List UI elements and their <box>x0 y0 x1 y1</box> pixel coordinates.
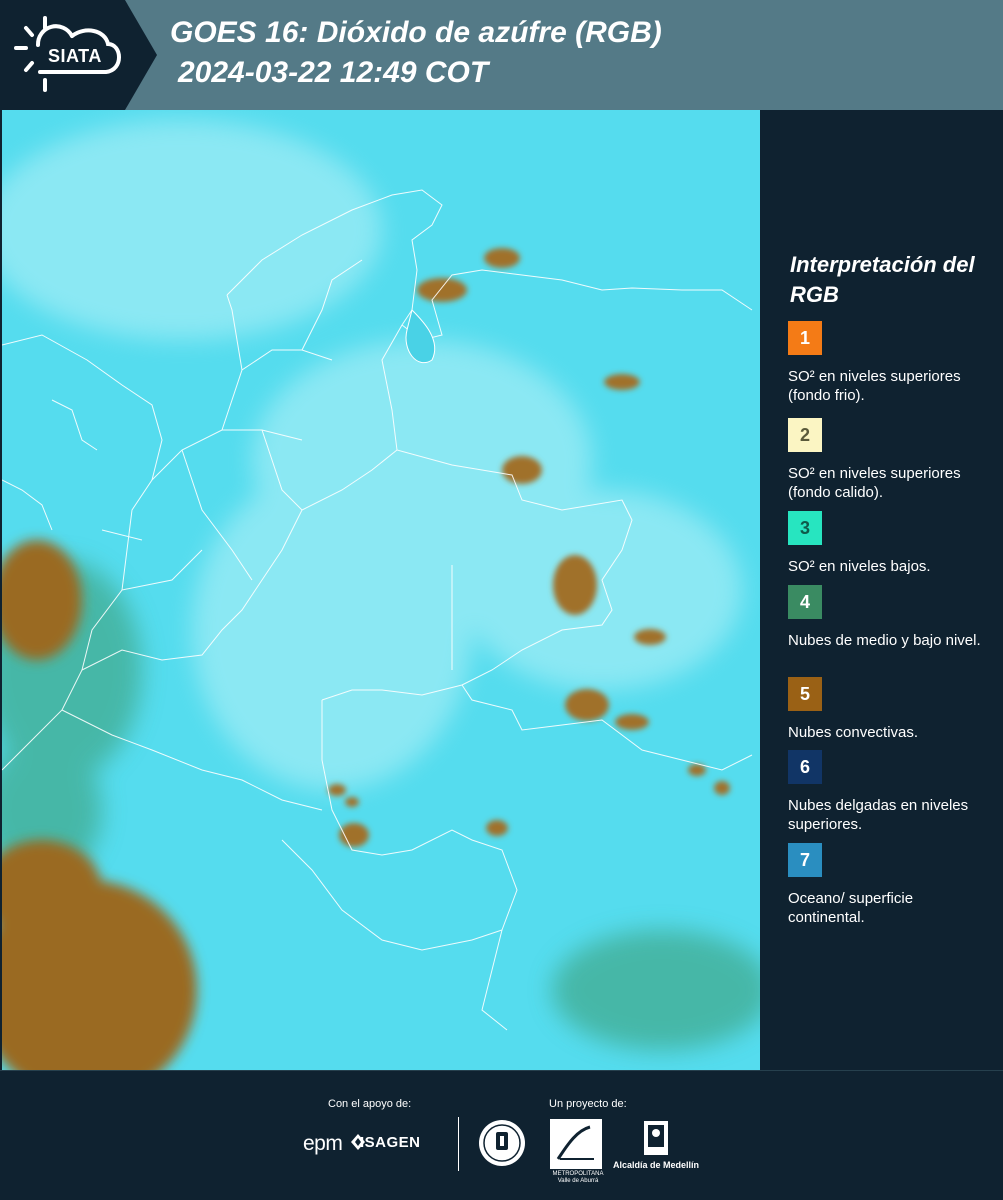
legend-title: Interpretación del RGB <box>790 252 975 307</box>
legend-text-6: Nubes delgadas en niveles superiores. <box>788 797 969 833</box>
page-title: GOES 16: Dióxido de azúfre (RGB) <box>170 16 662 49</box>
legend-item-1: 1 SO² en niveles superiores (fondo frio)… <box>788 321 993 405</box>
legend-text-4: Nubes de medio y bajo nivel. <box>788 632 981 649</box>
page-datetime: 2024-03-22 12:49 COT <box>178 56 489 89</box>
legend-panel: Interpretación del RGB 1 SO² en niveles … <box>760 110 1003 1070</box>
footer: Con el apoyo de: Un proyecto de: epm ISA… <box>0 1070 1003 1200</box>
legend-item-7: 7 Oceano/ superficie continental. <box>788 843 993 927</box>
legend-swatch-5: 5 <box>788 677 822 711</box>
legend-item-3: 3 SO² en niveles bajos. <box>788 511 993 576</box>
legend-item-5: 5 Nubes convectivas. <box>788 677 993 742</box>
legend-swatch-7: 7 <box>788 843 822 877</box>
legend-text-2: SO² en niveles superiores (fondo calido)… <box>788 465 961 501</box>
support-label: Con el apoyo de: <box>328 1098 412 1110</box>
legend-item-4: 4 Nubes de medio y bajo nivel. <box>788 585 993 650</box>
legend-text-1: SO² en niveles superiores (fondo frio). <box>788 368 961 404</box>
footer-divider <box>458 1117 459 1171</box>
legend-swatch-1: 1 <box>788 321 822 355</box>
satellite-map <box>0 110 760 1070</box>
area-metropolitana-text: METROPOLITANA Valle de Aburrá <box>552 1171 604 1184</box>
legend-swatch-4: 4 <box>788 585 822 619</box>
header-bar: SIATA GOES 16: Dióxido de azúfre (RGB) 2… <box>0 0 1003 110</box>
legend-swatch-2: 2 <box>788 418 822 452</box>
isagen-logo: ISAGEN <box>360 1134 421 1151</box>
legend-text-3: SO² en niveles bajos. <box>788 558 931 575</box>
epm-logo: epm <box>303 1132 343 1155</box>
legend-item-2: 2 SO² en niveles superiores (fondo calid… <box>788 418 993 502</box>
legend-swatch-6: 6 <box>788 750 822 784</box>
alcaldia-medellin-text: Alcaldía de Medellín <box>613 1160 700 1170</box>
siata-logo: SIATA <box>0 0 160 110</box>
project-label: Un proyecto de: <box>549 1098 627 1110</box>
legend-swatch-3: 3 <box>788 511 822 545</box>
seal-icon <box>479 1120 525 1166</box>
legend-text-7: Oceano/ superficie continental. <box>788 890 914 926</box>
medellin-shield-icon <box>644 1121 668 1155</box>
legend-text-5: Nubes convectivas. <box>788 724 919 741</box>
legend-item-6: 6 Nubes delgadas en niveles superiores. <box>788 750 993 834</box>
area-metropolitana-logo <box>550 1119 602 1169</box>
siata-logo-text: SIATA <box>48 46 102 66</box>
